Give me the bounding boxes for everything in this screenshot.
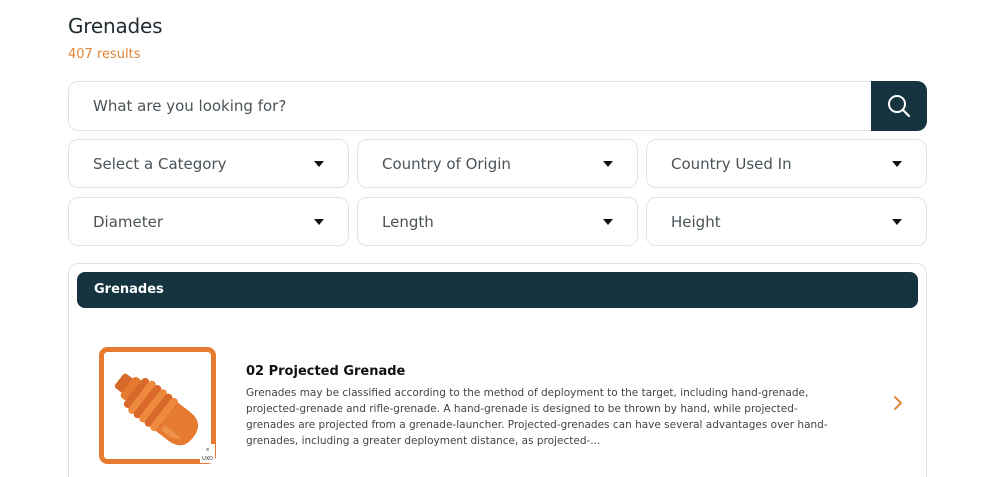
result-count: 407 results bbox=[68, 47, 141, 62]
caret-down-icon bbox=[314, 218, 324, 225]
results-panel: Grenades ≋ UXO 02 Projected Grenade Gren… bbox=[68, 263, 927, 477]
results-section-header: Grenades bbox=[77, 272, 918, 308]
caret-down-icon bbox=[892, 218, 902, 225]
filter-label: Height bbox=[671, 212, 721, 231]
search-input[interactable] bbox=[69, 82, 872, 130]
caret-down-icon bbox=[892, 160, 902, 167]
filter-country-of-origin[interactable]: Country of Origin bbox=[357, 139, 638, 188]
chevron-right-icon[interactable] bbox=[891, 394, 905, 412]
filter-country-used-in[interactable]: Country Used In bbox=[646, 139, 927, 188]
filter-label: Diameter bbox=[93, 212, 164, 231]
filter-label: Country Used In bbox=[671, 154, 792, 173]
grenade-thumbnail: ≋ UXO bbox=[99, 347, 216, 464]
search-button[interactable] bbox=[871, 81, 927, 131]
caret-down-icon bbox=[603, 218, 613, 225]
page-title: Grenades bbox=[68, 14, 163, 38]
uxo-logo: ≋ bbox=[206, 447, 209, 453]
filter-label: Select a Category bbox=[93, 154, 227, 173]
uxo-logo-text: UXO bbox=[202, 456, 213, 462]
filter-diameter[interactable]: Diameter bbox=[68, 197, 349, 246]
filter-height[interactable]: Height bbox=[646, 197, 927, 246]
caret-down-icon bbox=[314, 160, 324, 167]
caret-down-icon bbox=[603, 160, 613, 167]
result-title[interactable]: 02 Projected Grenade bbox=[246, 364, 405, 379]
result-item[interactable]: ≋ UXO 02 Projected Grenade Grenades may … bbox=[69, 338, 926, 468]
result-description: Grenades may be classified according to … bbox=[246, 387, 828, 447]
filter-label: Length bbox=[382, 212, 434, 231]
filter-category[interactable]: Select a Category bbox=[68, 139, 349, 188]
filter-length[interactable]: Length bbox=[357, 197, 638, 246]
filter-label: Country of Origin bbox=[382, 154, 511, 173]
search-bar bbox=[68, 81, 927, 131]
search-icon bbox=[888, 95, 911, 118]
